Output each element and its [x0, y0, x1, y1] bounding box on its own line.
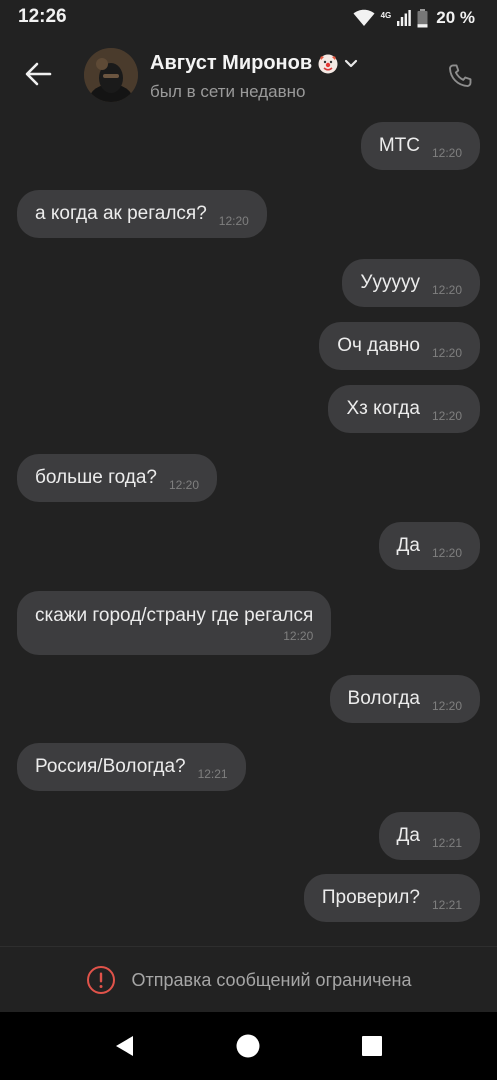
call-button[interactable]	[442, 58, 478, 94]
message-time: 12:20	[283, 629, 314, 643]
message-text: Хз когда	[346, 398, 420, 419]
contact-name: Август Миронов	[150, 52, 313, 74]
message-time: 12:20	[431, 283, 462, 297]
contact-name-row[interactable]: Август Миронов	[150, 52, 358, 75]
chevron-down-icon	[345, 59, 358, 67]
message-time: 12:20	[431, 409, 462, 423]
message-bubble-outgoing[interactable]: Да 12:21	[378, 812, 480, 860]
message-text: Уууууу	[360, 272, 420, 293]
battery-icon	[417, 8, 428, 27]
message-text: МТС	[378, 135, 420, 156]
restriction-notice: Отправка сообщений ограничена	[0, 946, 497, 1013]
circle-home-icon	[236, 1034, 260, 1058]
message-bubble-incoming[interactable]: а когда ак регался? 12:20	[17, 190, 267, 238]
phone-icon	[449, 64, 472, 87]
status-bar: 12:26 4G 20 %	[0, 0, 497, 36]
avatar[interactable]	[84, 48, 138, 102]
alert-circle-icon	[86, 966, 115, 994]
battery-percent: 20 %	[436, 8, 475, 27]
message-text: Оч давно	[337, 335, 420, 356]
message-text: Да	[396, 825, 420, 846]
message-text: а когда ак регался?	[35, 203, 207, 224]
avatar-image	[84, 48, 138, 102]
network-type-label: 4G	[380, 10, 392, 20]
back-arrow-icon	[25, 62, 52, 86]
message-text: больше года?	[35, 467, 157, 488]
message-list[interactable]: МТС 12:20 а когда ак регался? 12:20 Уууу…	[0, 112, 497, 946]
message-time: 12:21	[197, 767, 228, 781]
message-bubble-outgoing[interactable]: Хз когда 12:20	[328, 385, 480, 433]
message-bubble-incoming[interactable]: больше года? 12:20	[17, 454, 218, 502]
message-text: скажи город/страну где регался	[35, 605, 314, 626]
clown-face-icon	[318, 54, 338, 73]
nav-home-button[interactable]	[234, 1032, 262, 1060]
signal-icon	[397, 10, 412, 26]
message-bubble-outgoing[interactable]: Оч давно 12:20	[319, 322, 480, 370]
chat-header: Август Миронов был в сети недавно	[0, 40, 497, 112]
wifi-icon	[353, 9, 375, 26]
message-bubble-incoming[interactable]: скажи город/страну где регался 12:20	[17, 591, 332, 655]
restriction-text: Отправка сообщений ограничена	[131, 969, 412, 990]
message-time: 12:21	[431, 898, 462, 912]
message-time: 12:20	[431, 699, 462, 713]
message-time: 12:20	[431, 546, 462, 560]
message-time: 12:21	[431, 836, 462, 850]
triangle-back-icon	[116, 1036, 133, 1056]
message-time: 12:20	[169, 478, 200, 492]
nav-recents-button[interactable]	[358, 1032, 386, 1060]
nav-back-button[interactable]	[110, 1032, 138, 1060]
message-bubble-incoming[interactable]: Россия/Вологда? 12:21	[17, 743, 246, 791]
message-time: 12:20	[218, 214, 249, 228]
message-text: Вологда	[347, 688, 420, 709]
message-text: Да	[396, 535, 420, 556]
message-text: Россия/Вологда?	[35, 756, 186, 777]
message-text: Проверил?	[321, 887, 420, 908]
message-bubble-outgoing[interactable]: Проверил? 12:21	[303, 874, 480, 922]
square-recents-icon	[362, 1036, 382, 1056]
message-bubble-outgoing[interactable]: Уууууу 12:20	[342, 259, 480, 307]
status-time: 12:26	[18, 6, 67, 27]
message-bubble-outgoing[interactable]: Да 12:20	[378, 522, 480, 570]
back-button[interactable]	[18, 54, 58, 94]
status-indicators: 4G 20 %	[353, 6, 475, 30]
system-nav-bar	[0, 1012, 497, 1080]
message-time: 12:20	[431, 346, 462, 360]
message-time: 12:20	[431, 146, 462, 160]
message-bubble-outgoing[interactable]: МТС 12:20	[360, 122, 480, 170]
contact-status: был в сети недавно	[150, 82, 306, 101]
message-bubble-outgoing[interactable]: Вологда 12:20	[329, 675, 480, 723]
